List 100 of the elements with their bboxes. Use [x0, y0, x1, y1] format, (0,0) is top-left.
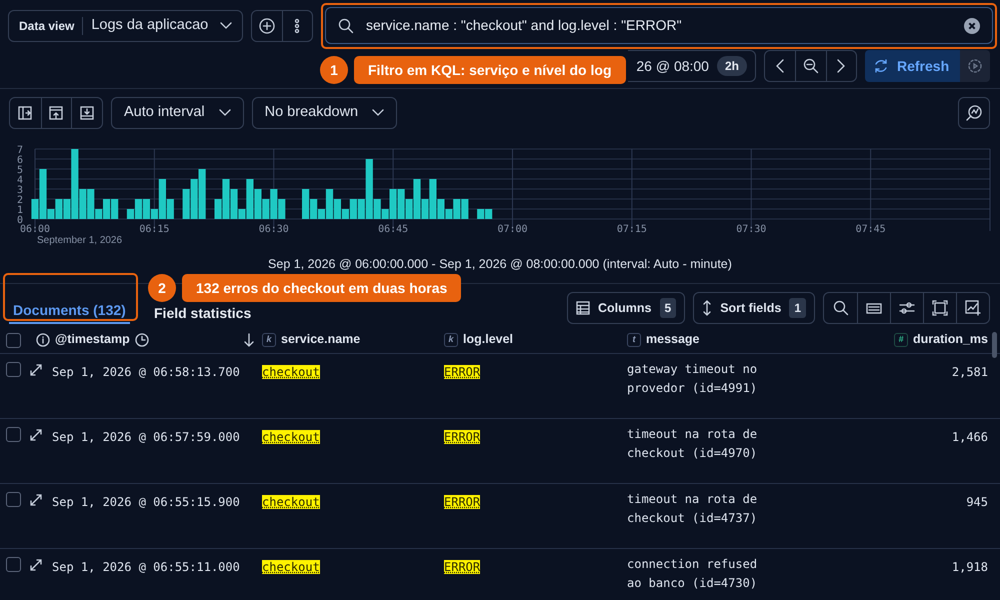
chevron-down-icon: [372, 109, 384, 117]
search-icon: [832, 300, 848, 316]
field-type-badge: k: [262, 332, 276, 346]
query-field[interactable]: service.name : "checkout" and log.level : "ERROR": [325, 7, 993, 44]
panel-down-icon: [80, 106, 94, 120]
panel-up-icon: [49, 106, 64, 120]
column-header[interactable]: duration_ms: [912, 330, 988, 349]
tab[interactable]: Documents (132): [9, 301, 130, 324]
field-type-badge: #: [894, 332, 908, 346]
axis-label: 07:00: [497, 224, 528, 235]
select-all-checkbox[interactable]: [6, 333, 21, 348]
field-type-badge: k: [444, 332, 458, 346]
table-cell: checkout: [262, 430, 320, 444]
date-picker[interactable]: 26 @ 08:00 2h: [628, 50, 756, 82]
data-view-label: Data view: [19, 17, 84, 35]
axis-label: 06:30: [258, 224, 289, 235]
interval-dropdown[interactable]: Auto interval: [111, 97, 244, 129]
plus-circle-icon: [258, 18, 275, 34]
table-cell: Sep 1, 2026 @ 06:55:15.900: [52, 495, 240, 509]
zoom-out-icon: [802, 58, 819, 74]
table-cell: 945: [966, 495, 988, 509]
expand-icon: [30, 429, 42, 441]
row-checkbox[interactable]: [6, 362, 21, 377]
step-number: 1: [320, 56, 348, 84]
chevron-left-icon: [776, 59, 784, 73]
table-cell: Sep 1, 2026 @ 06:58:13.700: [52, 365, 240, 379]
row-checkbox[interactable]: [6, 557, 21, 572]
date-range-text: 26 @ 08:00: [636, 56, 709, 76]
data-view-name: Logs da aplicacao: [91, 16, 208, 36]
timer-icon: [967, 58, 983, 74]
sort-down-icon: [244, 332, 254, 346]
expand-icon: [30, 494, 42, 506]
auto-refresh-button[interactable]: [960, 50, 990, 82]
sliders-icon: [899, 301, 915, 315]
fullscreen-icon: [932, 300, 948, 316]
column-header[interactable]: @timestamp: [55, 330, 130, 349]
chevron-right-icon: [837, 59, 846, 73]
refresh-button[interactable]: Refresh: [865, 50, 960, 82]
table-cell: ERROR: [444, 365, 480, 379]
query-text: service.name : "checkout" and log.level : "ERROR": [366, 16, 682, 35]
breakdown-dropdown[interactable]: No breakdown: [252, 97, 398, 129]
more-icon: [294, 18, 300, 34]
panel-icon: [18, 106, 32, 120]
row-checkbox[interactable]: [6, 492, 21, 507]
clear-icon[interactable]: [964, 18, 980, 34]
axis-label: 2: [16, 195, 23, 206]
info-icon: [36, 332, 50, 346]
table-cell: checkout: [262, 495, 320, 509]
column-header[interactable]: log.level: [463, 330, 514, 349]
search-icon: [338, 18, 354, 34]
duration-badge: 2h: [716, 56, 747, 76]
table-cell: ERROR: [444, 430, 480, 444]
table-cell-text: timeout na rota de checkout (id=4737): [627, 491, 758, 527]
chart-options-button[interactable]: [958, 97, 990, 129]
table-cell: 2,581: [952, 365, 988, 379]
expand-icon: [30, 559, 42, 571]
refresh-icon: [873, 58, 889, 74]
table-cell: ERROR: [444, 495, 480, 509]
table-cell: Sep 1, 2026 @ 06:57:59.000: [52, 430, 240, 444]
data-view-picker[interactable]: Data view Logs da aplicacao: [8, 10, 243, 42]
keyboard-icon: [866, 302, 882, 314]
row-checkbox[interactable]: [6, 427, 21, 442]
time-range-text: Sep 1, 2026 @ 06:00:00.000 - Sep 1, 2026 @ 08:00:00.000 (interval: Auto - minute): [268, 257, 732, 271]
chevron-down-icon: [220, 22, 232, 30]
tab[interactable]: Field statistics: [150, 304, 256, 327]
table-cell-text: timeout na rota de checkout (id=4970): [627, 426, 758, 462]
axis-label: 06:45: [378, 224, 408, 235]
callout-label: Filtro em KQL: serviço e nível do log: [354, 56, 626, 84]
axis-label: 5: [16, 165, 23, 176]
sort-fields-button[interactable]: Sort fields 1: [693, 292, 815, 324]
axis-label: 07:30: [736, 224, 766, 235]
callout-label: 132 erros do checkout em duas horas: [182, 274, 462, 302]
step-number: 2: [148, 274, 176, 302]
table-cell-text: gateway timeout no provedor (id=4991): [627, 361, 758, 397]
table-cell-text: connection refused ao banco (id=4730): [627, 556, 758, 592]
expand-icon: [30, 364, 42, 376]
table-cell: 1,918: [952, 560, 988, 574]
scrollbar[interactable]: [992, 332, 997, 358]
clock-icon: [134, 332, 149, 346]
chevron-down-icon: [218, 109, 231, 117]
axis-label: 7: [16, 145, 23, 156]
date-label: September 1, 2026: [37, 235, 122, 246]
table-cell: Sep 1, 2026 @ 06:55:11.000: [52, 560, 240, 574]
table-icon: [576, 301, 590, 315]
axis-label: 0: [16, 215, 23, 226]
columns-button[interactable]: Columns 5: [567, 292, 686, 324]
axis-label: 3: [16, 185, 23, 196]
column-header[interactable]: message: [646, 330, 700, 349]
axis-label: 1: [16, 205, 23, 216]
axis-label: 06:15: [139, 224, 170, 235]
table-cell: checkout: [262, 560, 320, 574]
table-cell: 1,466: [952, 430, 988, 444]
chart-search-icon: [965, 104, 983, 122]
chart-add-icon: [965, 300, 981, 316]
table-cell: ERROR: [444, 560, 480, 574]
axis-label: 07:15: [616, 224, 647, 235]
column-header[interactable]: service.name: [281, 330, 360, 349]
axis-label: 06:00: [20, 224, 50, 235]
axis-label: 4: [16, 175, 23, 186]
sort-icon: [702, 300, 712, 316]
